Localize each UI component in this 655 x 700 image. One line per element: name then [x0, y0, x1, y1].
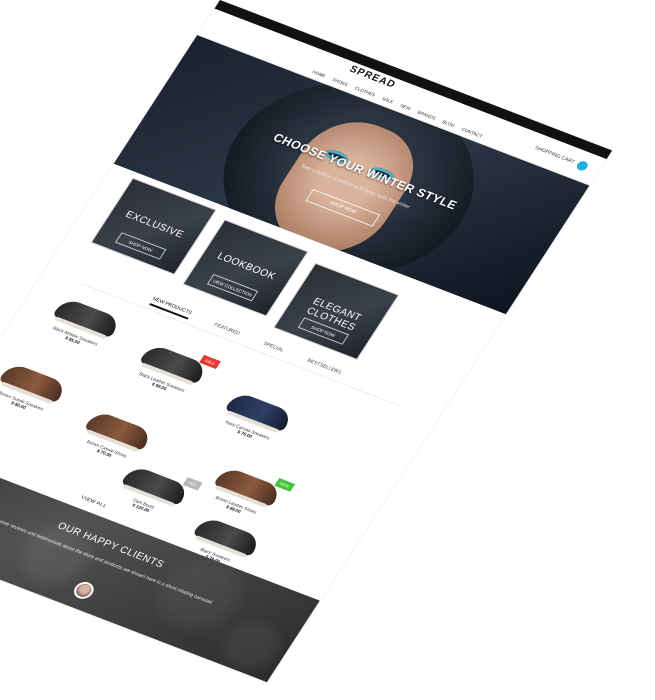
new-badge: NEW: [273, 477, 296, 492]
avatar: [70, 579, 98, 602]
nav-item-sale[interactable]: SALE: [381, 96, 395, 104]
view-all-link[interactable]: VIEW ALL: [80, 495, 108, 510]
product-card[interactable]: Brown Casual Shoes $ 70.00: [61, 405, 167, 472]
nav-item-brands[interactable]: BRANDS: [416, 110, 436, 121]
website-mockup: SPREAD HOME SHOES CLOTHES SALE NEW BRAND…: [0, 0, 613, 683]
tab-featured[interactable]: FEATURED: [213, 322, 241, 337]
nav-item-home[interactable]: HOME: [311, 69, 326, 78]
product-card[interactable]: Brown Suede Sneakers $ 80.00: [0, 357, 82, 424]
nav-item-new[interactable]: NEW: [399, 103, 412, 111]
product-card[interactable]: SALE Black Leather Sneakers $ 99.00: [116, 338, 222, 405]
promo-button[interactable]: SHOP NOW: [115, 232, 167, 260]
nav-item-blog[interactable]: BLOG: [441, 119, 455, 128]
nav-item-shoes[interactable]: SHOES: [331, 77, 349, 87]
stage: SPREAD HOME SHOES CLOTHES SALE NEW BRAND…: [0, 0, 655, 700]
product-card[interactable]: Navy Canvas Sneakers $ 75.00: [201, 386, 307, 453]
tab-special[interactable]: SPECIAL: [262, 341, 285, 354]
promo-button[interactable]: VIEW COLLECTION: [206, 273, 259, 302]
product-card[interactable]: Black Athletic Sneakers $ 85.00: [29, 292, 135, 359]
